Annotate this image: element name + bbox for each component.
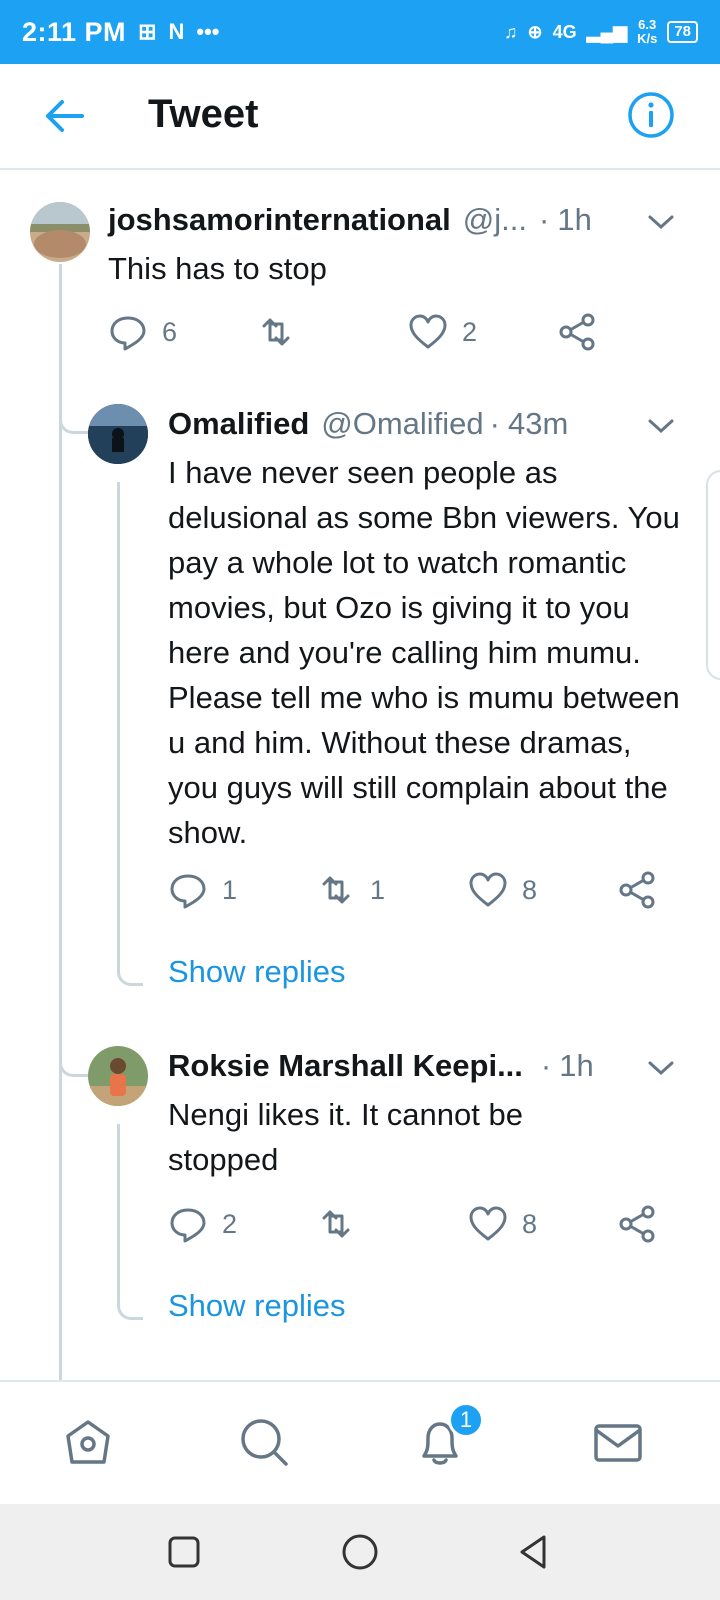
- mail-icon[interactable]: [590, 1414, 646, 1470]
- chevron-down-icon[interactable]: [646, 1058, 676, 1078]
- user-handle[interactable]: @j...: [463, 202, 527, 238]
- status-bar: 2:11 PM ⊞ N ••• ♫ ⊕ 4G ▂▄▆ 6.3 K/s 78: [0, 0, 720, 64]
- reply-count: 6: [162, 316, 178, 347]
- status-time: 2:11 PM: [22, 16, 127, 47]
- network-type: 4G: [552, 21, 577, 42]
- battery-saver-icon: ⊞: [138, 19, 157, 44]
- retweet-icon: [322, 876, 350, 904]
- avatar[interactable]: [88, 404, 148, 464]
- reply-connector: [117, 960, 143, 986]
- like-count: 8: [522, 874, 538, 905]
- avatar[interactable]: [88, 1046, 148, 1106]
- heart-icon: [409, 314, 447, 349]
- like-button[interactable]: 2: [408, 312, 477, 352]
- reply-icon: [170, 874, 206, 909]
- back-arrow-icon[interactable]: [42, 94, 86, 138]
- data-saver-icon: ⊕: [527, 21, 543, 42]
- tweet-text: This has to stop: [108, 251, 327, 286]
- n-app-icon: N: [168, 19, 185, 44]
- thread-connector: [59, 412, 89, 434]
- reply-count: 1: [222, 874, 238, 905]
- retweet-count: 1: [370, 874, 386, 905]
- signal-icon: ▂▄▆: [586, 21, 628, 42]
- share-icon: [619, 871, 655, 909]
- tweet-header: Omalified @Omalified · 43m: [168, 406, 568, 442]
- info-icon[interactable]: [626, 90, 676, 140]
- tweet-header: Roksie Marshall Keepi... · 1h: [168, 1048, 594, 1084]
- reply-line: [117, 1124, 120, 1296]
- recent-apps-icon[interactable]: [164, 1532, 204, 1572]
- retweet-button[interactable]: 1: [316, 870, 385, 910]
- tweet-actions: 2 8: [168, 1204, 668, 1248]
- user-handle[interactable]: @Omalified: [321, 406, 483, 442]
- display-name[interactable]: Roksie Marshall Keepi...: [168, 1048, 523, 1084]
- reply-icon: [170, 1208, 206, 1243]
- reply-button[interactable]: 2: [168, 1204, 237, 1244]
- network-speed: 6.3 K/s: [637, 17, 658, 46]
- share-button[interactable]: [618, 870, 658, 910]
- share-icon: [559, 313, 595, 351]
- like-count: 2: [462, 316, 478, 347]
- notification-badge: 1: [448, 1402, 484, 1438]
- heart-icon: [469, 872, 507, 907]
- thread-line: [59, 264, 62, 1380]
- tweet-header: joshsamorinternational @j... · 1h: [108, 202, 592, 238]
- tweet-actions: 1 1 8: [168, 870, 668, 914]
- display-name[interactable]: Omalified: [168, 406, 309, 442]
- separator-dot: ·: [539, 202, 550, 237]
- display-name[interactable]: joshsamorinternational: [108, 202, 451, 238]
- share-button[interactable]: [558, 312, 598, 352]
- reply-icon: [110, 316, 146, 351]
- show-replies-link[interactable]: Show replies: [168, 1288, 345, 1324]
- retweet-icon: [322, 1210, 350, 1238]
- home-circle-icon[interactable]: [340, 1532, 380, 1572]
- reply-line: [117, 482, 120, 962]
- reply-count: 2: [222, 1208, 238, 1239]
- page-title: Tweet: [148, 92, 259, 136]
- headphones-icon: ♫: [504, 21, 518, 42]
- heart-icon: [469, 1206, 507, 1241]
- separator-dot: ·: [489, 406, 500, 441]
- battery-indicator: 78: [667, 21, 698, 43]
- show-replies-link[interactable]: Show replies: [168, 954, 345, 990]
- tweet-time: 1h: [559, 1048, 594, 1083]
- reply-connector: [117, 1294, 143, 1320]
- app-bar: Tweet: [0, 64, 720, 170]
- search-icon[interactable]: [236, 1414, 292, 1470]
- reply-button[interactable]: 1: [168, 870, 237, 910]
- retweet-button[interactable]: [256, 312, 310, 352]
- more-notifications-icon: •••: [196, 19, 220, 44]
- like-button[interactable]: 8: [468, 1204, 537, 1244]
- tweet-time: 43m: [508, 406, 569, 441]
- share-button[interactable]: [618, 1204, 658, 1244]
- back-triangle-icon[interactable]: [514, 1532, 554, 1572]
- home-icon[interactable]: [60, 1414, 116, 1470]
- tweet-text: Nengi likes it. It cannot be stopped: [168, 1097, 523, 1177]
- retweet-icon: [262, 318, 290, 346]
- side-panel-edge: [706, 470, 720, 680]
- chevron-down-icon[interactable]: [646, 416, 676, 436]
- system-nav-bar: [0, 1504, 720, 1600]
- thread-connector: [59, 1055, 89, 1077]
- tweet-actions: 6 2: [108, 312, 608, 356]
- reply-button[interactable]: 6: [108, 312, 177, 352]
- bottom-nav: 1: [0, 1380, 720, 1504]
- retweet-button[interactable]: [316, 1204, 370, 1244]
- avatar[interactable]: [30, 202, 90, 262]
- separator-dot: ·: [540, 1048, 552, 1083]
- tweet-time: 1h: [557, 202, 592, 237]
- share-icon: [619, 1205, 655, 1243]
- like-count: 8: [522, 1208, 538, 1239]
- like-button[interactable]: 8: [468, 870, 537, 910]
- tweet-text: I have never seen people as delusional a…: [168, 455, 680, 850]
- chevron-down-icon[interactable]: [646, 212, 676, 232]
